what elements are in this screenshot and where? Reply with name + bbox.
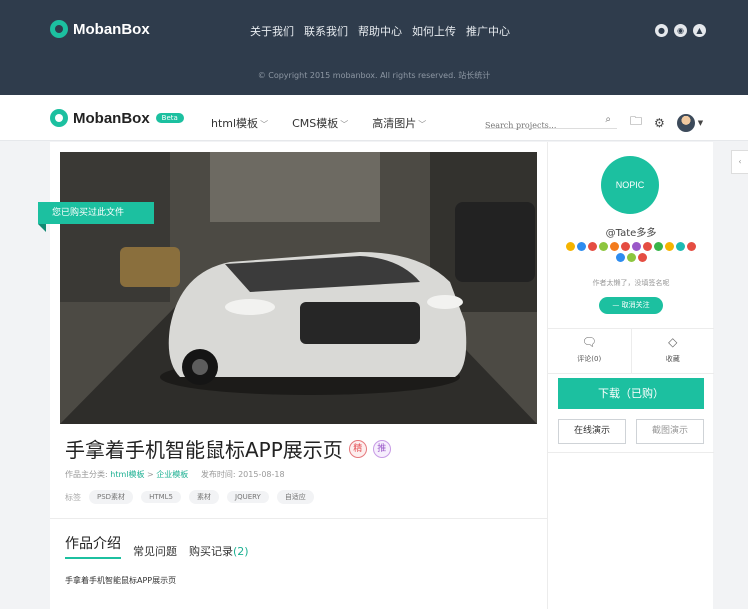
brand-name: MobanBox [73,20,150,38]
nav-contact[interactable]: 联系我们 [304,23,348,39]
weibo-icon[interactable]: ◉ [674,24,687,37]
top-banner: MobanBox 关于我们 联系我们 帮助中心 如何上传 推广中心 ● ◉ ▲ … [0,0,748,95]
category-separator: > [147,470,154,479]
purchase-count: (2) [233,545,249,558]
search-box: ⌕ [485,113,617,130]
comments-button[interactable]: 🗨 评论(0) [548,329,631,373]
copyright-text: © Copyright 2015 mobanbox. All rights re… [257,71,491,80]
badge-icon [643,242,652,251]
badge-icon [687,242,696,251]
tab-purchases[interactable]: 购买记录(2) [189,543,249,559]
caret-down-icon[interactable]: ▼ [698,119,703,127]
author-bio: 作者太懒了，没填签名呢 [592,279,670,287]
date-label: 发布时间: [200,470,236,479]
tag-icon: ◇ [668,335,678,349]
product-meta: 作品主分类: html模板 > 企业模板 发布时间: 2015-08-18 [65,469,285,480]
publish-date: 2015-08-18 [238,470,285,479]
tag-chip[interactable]: 素材 [189,490,219,504]
author-name[interactable]: @Tate多多 [548,224,714,239]
product-description: 手拿着手机智能鼠标APP展示页 [65,576,177,585]
badge-icon [615,253,625,262]
sidebar-divider [548,452,714,453]
side-float-tab[interactable]: ‹ [731,150,748,174]
avatar[interactable] [676,113,695,132]
author-avatar[interactable]: NOPIC [601,156,659,214]
nav-upload[interactable]: 如何上传 [412,23,456,39]
brand-logo[interactable]: MobanBox [50,20,150,38]
user-tools: 🗀 ⚙ ▼ [630,112,703,133]
badge-icon [637,253,647,262]
screenshot-demo-button[interactable]: 截图演示 [636,419,704,444]
badge-icon [621,242,630,251]
search-input[interactable] [485,121,595,130]
tag-chip[interactable]: 自适应 [276,490,314,504]
badge-icon [610,242,619,251]
logo-icon [50,109,68,127]
badge-icon [665,242,674,251]
badge-icon [577,242,586,251]
product-preview-image[interactable] [60,152,537,424]
favorite-label: 收藏 [665,355,680,363]
settings-icon[interactable]: ⚙ [654,116,665,130]
tag-list: 标签 PSD素材 HTML5 素材 JQUERY 自适应 [65,490,314,504]
product-title-row: 手拿着手机智能鼠标APP展示页 精 推 [65,434,391,463]
menu-html-templates[interactable]: html模板 ﹀ [211,115,268,131]
qq-icon[interactable]: ▲ [693,24,706,37]
badge-icon [632,242,641,251]
category-main-link[interactable]: html模板 [110,470,144,479]
main-navbar: MobanBox Beta html模板﹀ CMS模板﹀ 高清图片﹀ ⌕ 🗀 ⚙… [0,95,748,141]
comment-icon: 🗨 [581,335,597,349]
tab-faq[interactable]: 常见问题 [133,543,177,559]
badge-icon [654,242,663,251]
category-menu: html模板 ﹀ CMS模板 ﹀ 高清图片 ﹀ [211,115,426,131]
badge-icon [626,253,636,262]
badge-icon [599,242,608,251]
calendar-icon[interactable]: 🗀 [630,112,642,133]
social-links: ● ◉ ▲ [655,24,706,37]
menu-hd-images[interactable]: 高清图片 ﹀ [372,115,426,131]
online-demo-button[interactable]: 在线演示 [558,419,626,444]
badge-icon [588,242,597,251]
author-stats: 🗨 评论(0) ◇ 收藏 [548,328,714,374]
tags-label: 标签 [65,492,81,502]
chevron-down-icon: ﹀ [418,120,427,129]
tab-intro[interactable]: 作品介绍 [65,533,121,559]
category-sub-link[interactable]: 企业模板 [156,470,188,479]
nav-about[interactable]: 关于我们 [250,23,294,39]
wechat-icon[interactable]: ● [655,24,668,37]
car-photo [60,152,537,424]
tag-chip[interactable]: HTML5 [141,491,181,503]
nav-promotion[interactable]: 推广中心 [466,23,510,39]
category-label: 作品主分类: [65,470,108,479]
menu-cms-templates[interactable]: CMS模板 ﹀ [292,115,348,131]
footer-nav: 关于我们 联系我们 帮助中心 如何上传 推广中心 [250,23,510,39]
brand-logo[interactable]: MobanBox Beta [50,109,184,127]
nav-help[interactable]: 帮助中心 [358,23,402,39]
author-badges [562,242,700,262]
product-title: 手拿着手机智能鼠标APP展示页 [65,438,343,462]
tag-chip[interactable]: PSD素材 [89,490,134,504]
detail-tabs: 作品介绍 常见问题 购买记录(2) [65,533,249,559]
unfollow-button[interactable]: — 取消关注 [599,297,663,314]
badge-icon [676,242,685,251]
recommended-badge: 推 [372,439,391,458]
search-icon[interactable]: ⌕ [605,114,611,125]
download-button[interactable]: 下载（已购） [558,378,704,409]
tag-chip[interactable]: JQUERY [227,491,269,503]
beta-badge: Beta [155,113,184,123]
section-divider [50,518,547,519]
brand-name: MobanBox [73,109,150,127]
logo-icon [50,20,68,38]
purchased-ribbon: 您已购买过此文件 [38,202,154,232]
badge-icon [566,242,575,251]
featured-badge: 精 [348,439,367,458]
author-sidebar: NOPIC @Tate多多 作者太懒了，没填签名呢 — 取消关注 🗨 评论(0)… [547,142,714,609]
chevron-down-icon: ﹀ [260,120,269,129]
favorite-button[interactable]: ◇ 收藏 [630,329,715,373]
chevron-down-icon: ﹀ [340,120,349,129]
comments-label: 评论(0) [577,355,602,363]
